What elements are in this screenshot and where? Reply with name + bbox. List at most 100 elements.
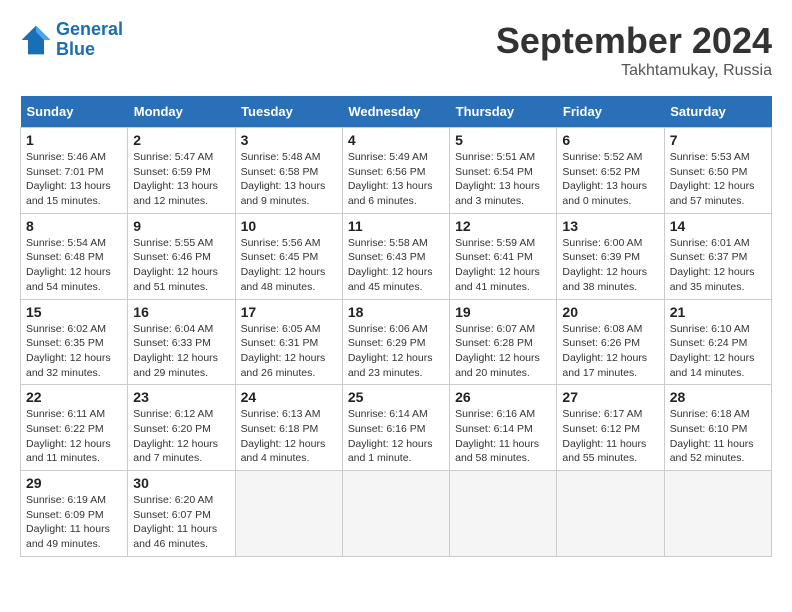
day-number: 22 bbox=[26, 389, 122, 405]
sunset-label: Sunset: 6:41 PM bbox=[455, 251, 533, 263]
sunset-label: Sunset: 6:24 PM bbox=[670, 337, 748, 349]
day-info: Sunrise: 5:48 AM Sunset: 6:58 PM Dayligh… bbox=[241, 150, 337, 209]
sunset-label: Sunset: 6:45 PM bbox=[241, 251, 319, 263]
sunset-label: Sunset: 6:52 PM bbox=[562, 166, 640, 178]
sunset-label: Sunset: 6:48 PM bbox=[26, 251, 104, 263]
day-cell-27: 27 Sunrise: 6:17 AM Sunset: 6:12 PM Dayl… bbox=[557, 385, 664, 471]
day-number: 19 bbox=[455, 304, 551, 320]
daylight-label: Daylight: 12 hours and 29 minutes. bbox=[133, 352, 218, 379]
day-cell-11: 11 Sunrise: 5:58 AM Sunset: 6:43 PM Dayl… bbox=[342, 213, 449, 299]
day-cell-9: 9 Sunrise: 5:55 AM Sunset: 6:46 PM Dayli… bbox=[128, 213, 235, 299]
day-number: 3 bbox=[241, 132, 337, 148]
sunset-label: Sunset: 6:12 PM bbox=[562, 423, 640, 435]
sunrise-label: Sunrise: 6:10 AM bbox=[670, 323, 750, 335]
location: Takhtamukay, Russia bbox=[496, 62, 772, 80]
day-number: 17 bbox=[241, 304, 337, 320]
day-cell-22: 22 Sunrise: 6:11 AM Sunset: 6:22 PM Dayl… bbox=[21, 385, 128, 471]
day-number: 13 bbox=[562, 218, 658, 234]
day-cell-28: 28 Sunrise: 6:18 AM Sunset: 6:10 PM Dayl… bbox=[664, 385, 771, 471]
sunrise-label: Sunrise: 6:19 AM bbox=[26, 494, 106, 506]
daylight-label: Daylight: 11 hours and 55 minutes. bbox=[562, 438, 646, 465]
empty-cell bbox=[342, 471, 449, 557]
logo: General Blue bbox=[20, 20, 123, 60]
day-info: Sunrise: 6:02 AM Sunset: 6:35 PM Dayligh… bbox=[26, 322, 122, 381]
day-number: 9 bbox=[133, 218, 229, 234]
day-info: Sunrise: 5:51 AM Sunset: 6:54 PM Dayligh… bbox=[455, 150, 551, 209]
daylight-label: Daylight: 12 hours and 1 minute. bbox=[348, 438, 433, 465]
sunset-label: Sunset: 6:58 PM bbox=[241, 166, 319, 178]
day-info: Sunrise: 6:12 AM Sunset: 6:20 PM Dayligh… bbox=[133, 407, 229, 466]
day-cell-20: 20 Sunrise: 6:08 AM Sunset: 6:26 PM Dayl… bbox=[557, 299, 664, 385]
day-info: Sunrise: 5:59 AM Sunset: 6:41 PM Dayligh… bbox=[455, 236, 551, 295]
day-cell-8: 8 Sunrise: 5:54 AM Sunset: 6:48 PM Dayli… bbox=[21, 213, 128, 299]
day-info: Sunrise: 5:47 AM Sunset: 6:59 PM Dayligh… bbox=[133, 150, 229, 209]
page-header: General Blue September 2024 Takhtamukay,… bbox=[20, 20, 772, 80]
day-number: 23 bbox=[133, 389, 229, 405]
sunset-label: Sunset: 6:59 PM bbox=[133, 166, 211, 178]
sunset-label: Sunset: 6:50 PM bbox=[670, 166, 748, 178]
sunrise-label: Sunrise: 5:48 AM bbox=[241, 151, 321, 163]
day-number: 11 bbox=[348, 218, 444, 234]
sunrise-label: Sunrise: 5:56 AM bbox=[241, 237, 321, 249]
day-cell-2: 2 Sunrise: 5:47 AM Sunset: 6:59 PM Dayli… bbox=[128, 128, 235, 214]
day-cell-10: 10 Sunrise: 5:56 AM Sunset: 6:45 PM Dayl… bbox=[235, 213, 342, 299]
day-info: Sunrise: 5:53 AM Sunset: 6:50 PM Dayligh… bbox=[670, 150, 766, 209]
day-number: 10 bbox=[241, 218, 337, 234]
day-number: 12 bbox=[455, 218, 551, 234]
daylight-label: Daylight: 12 hours and 26 minutes. bbox=[241, 352, 326, 379]
sunset-label: Sunset: 7:01 PM bbox=[26, 166, 104, 178]
sunrise-label: Sunrise: 6:11 AM bbox=[26, 408, 105, 420]
sunrise-label: Sunrise: 5:55 AM bbox=[133, 237, 213, 249]
daylight-label: Daylight: 13 hours and 3 minutes. bbox=[455, 180, 540, 207]
day-cell-13: 13 Sunrise: 6:00 AM Sunset: 6:39 PM Dayl… bbox=[557, 213, 664, 299]
day-info: Sunrise: 6:08 AM Sunset: 6:26 PM Dayligh… bbox=[562, 322, 658, 381]
empty-cell bbox=[235, 471, 342, 557]
sunset-label: Sunset: 6:46 PM bbox=[133, 251, 211, 263]
day-number: 30 bbox=[133, 475, 229, 491]
sunrise-label: Sunrise: 5:52 AM bbox=[562, 151, 642, 163]
empty-cell bbox=[664, 471, 771, 557]
day-cell-7: 7 Sunrise: 5:53 AM Sunset: 6:50 PM Dayli… bbox=[664, 128, 771, 214]
day-number: 26 bbox=[455, 389, 551, 405]
day-cell-14: 14 Sunrise: 6:01 AM Sunset: 6:37 PM Dayl… bbox=[664, 213, 771, 299]
day-cell-25: 25 Sunrise: 6:14 AM Sunset: 6:16 PM Dayl… bbox=[342, 385, 449, 471]
day-info: Sunrise: 5:49 AM Sunset: 6:56 PM Dayligh… bbox=[348, 150, 444, 209]
sunset-label: Sunset: 6:18 PM bbox=[241, 423, 319, 435]
day-cell-1: 1 Sunrise: 5:46 AM Sunset: 7:01 PM Dayli… bbox=[21, 128, 128, 214]
sunrise-label: Sunrise: 6:16 AM bbox=[455, 408, 535, 420]
sunrise-label: Sunrise: 6:08 AM bbox=[562, 323, 642, 335]
sunrise-label: Sunrise: 6:07 AM bbox=[455, 323, 535, 335]
day-info: Sunrise: 6:01 AM Sunset: 6:37 PM Dayligh… bbox=[670, 236, 766, 295]
daylight-label: Daylight: 13 hours and 6 minutes. bbox=[348, 180, 433, 207]
weekday-header-friday: Friday bbox=[557, 96, 664, 128]
weekday-header-wednesday: Wednesday bbox=[342, 96, 449, 128]
sunrise-label: Sunrise: 5:51 AM bbox=[455, 151, 535, 163]
sunset-label: Sunset: 6:29 PM bbox=[348, 337, 426, 349]
sunset-label: Sunset: 6:10 PM bbox=[670, 423, 748, 435]
calendar-row: 1 Sunrise: 5:46 AM Sunset: 7:01 PM Dayli… bbox=[21, 128, 772, 214]
sunrise-label: Sunrise: 6:01 AM bbox=[670, 237, 750, 249]
day-info: Sunrise: 6:06 AM Sunset: 6:29 PM Dayligh… bbox=[348, 322, 444, 381]
sunrise-label: Sunrise: 6:12 AM bbox=[133, 408, 213, 420]
day-info: Sunrise: 5:58 AM Sunset: 6:43 PM Dayligh… bbox=[348, 236, 444, 295]
sunset-label: Sunset: 6:54 PM bbox=[455, 166, 533, 178]
day-info: Sunrise: 6:14 AM Sunset: 6:16 PM Dayligh… bbox=[348, 407, 444, 466]
day-number: 2 bbox=[133, 132, 229, 148]
day-cell-23: 23 Sunrise: 6:12 AM Sunset: 6:20 PM Dayl… bbox=[128, 385, 235, 471]
sunset-label: Sunset: 6:56 PM bbox=[348, 166, 426, 178]
daylight-label: Daylight: 11 hours and 52 minutes. bbox=[670, 438, 754, 465]
sunset-label: Sunset: 6:14 PM bbox=[455, 423, 533, 435]
day-cell-15: 15 Sunrise: 6:02 AM Sunset: 6:35 PM Dayl… bbox=[21, 299, 128, 385]
day-number: 27 bbox=[562, 389, 658, 405]
daylight-label: Daylight: 12 hours and 4 minutes. bbox=[241, 438, 326, 465]
day-number: 14 bbox=[670, 218, 766, 234]
day-info: Sunrise: 6:19 AM Sunset: 6:09 PM Dayligh… bbox=[26, 493, 122, 552]
daylight-label: Daylight: 13 hours and 0 minutes. bbox=[562, 180, 647, 207]
day-cell-19: 19 Sunrise: 6:07 AM Sunset: 6:28 PM Dayl… bbox=[450, 299, 557, 385]
sunset-label: Sunset: 6:43 PM bbox=[348, 251, 426, 263]
day-number: 1 bbox=[26, 132, 122, 148]
sunrise-label: Sunrise: 6:06 AM bbox=[348, 323, 428, 335]
daylight-label: Daylight: 12 hours and 20 minutes. bbox=[455, 352, 540, 379]
empty-cell bbox=[450, 471, 557, 557]
sunrise-label: Sunrise: 6:00 AM bbox=[562, 237, 642, 249]
